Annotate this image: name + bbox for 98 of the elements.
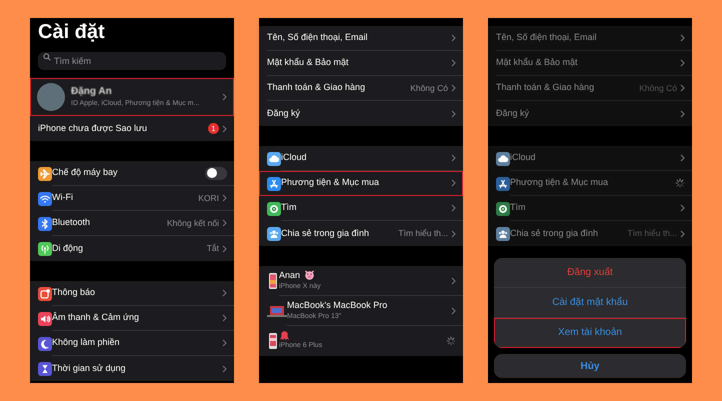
row-label: iCloud <box>281 151 307 164</box>
loading-spinner-icon <box>446 336 456 346</box>
row-label: Tên, Số điện thoại, Email <box>267 31 368 44</box>
settings-row[interactable]: Wi-Fi KORI <box>30 186 234 211</box>
settings-row[interactable]: Đăng ký <box>488 101 692 126</box>
row-label: Chia sẻ trong gia đình <box>510 226 598 240</box>
search-icon <box>43 53 51 61</box>
settings-row[interactable]: Chia sẻ trong gia đình Tìm hiểu th... <box>259 221 463 246</box>
row-value: Không kết nối <box>167 216 219 230</box>
settings-row[interactable]: Chế độ máy bay <box>30 161 234 186</box>
settings-row[interactable]: Chia sẻ trong gia đình Tìm hiểu th... <box>488 221 692 246</box>
row-value: Không Có <box>410 82 448 94</box>
settings-row[interactable]: Thông báo <box>30 281 234 306</box>
settings-row[interactable]: Phương tiện & Mục mua <box>259 171 463 196</box>
settings-row[interactable]: Thanh toán & Giao hàng Không Có <box>259 76 463 101</box>
settings-row[interactable]: Tìm <box>488 196 692 221</box>
profile-name: Đặng An <box>71 85 113 100</box>
chevron-icon <box>222 289 227 297</box>
chevron-icon <box>680 110 685 118</box>
settings-row[interactable]: Tên, Số điện thoại, Email <box>488 26 692 51</box>
chevron-icon <box>451 204 456 212</box>
avatar-placeholder <box>37 83 65 111</box>
settings-row[interactable]: Thời gian sử dụng <box>30 356 234 381</box>
settings-row[interactable]: Bluetooth Không kết nối <box>30 211 234 236</box>
phone-icon <box>267 272 279 290</box>
chevron-icon <box>222 219 227 227</box>
settings-row[interactable]: Tên, Số điện thoại, Email <box>259 26 463 51</box>
settings-row[interactable]: Phương tiện & Mục mua <box>488 171 692 196</box>
settings-row[interactable]: Âm thanh & Cảm ứng <box>30 306 234 331</box>
row-label: Tìm <box>281 201 296 214</box>
laptop-icon <box>267 305 287 317</box>
row-label: iPhone chưa được Sao lưu <box>38 122 148 135</box>
row-label: Thời gian sử dụng <box>52 362 126 375</box>
chevron-icon <box>222 339 227 347</box>
toggle-switch[interactable] <box>205 166 227 180</box>
row-value: Tìm hiểu th... <box>627 227 677 240</box>
settings-row[interactable]: Đăng ký <box>259 101 463 126</box>
phone-icon <box>267 332 279 350</box>
settings-row[interactable]: iCloud <box>259 146 463 171</box>
settings-row[interactable]: Không làm phiền <box>30 331 234 356</box>
row-label: Đăng ký <box>496 106 530 120</box>
chevron-icon <box>680 34 685 42</box>
chevron-icon <box>451 306 456 314</box>
row-value: Không Có <box>639 82 677 94</box>
chevron-icon <box>680 59 685 67</box>
row-label: Tên, Số điện thoại, Email <box>496 31 597 44</box>
device-name: MacBook's MacBook Pro <box>287 298 388 312</box>
chevron-icon <box>222 314 227 322</box>
row-label: Di động <box>52 242 84 255</box>
settings-row[interactable]: Thanh toán & Giao hàng Không Có <box>488 76 692 101</box>
chevron-icon <box>451 59 456 67</box>
chevron-icon <box>451 276 456 284</box>
chevron-icon <box>222 93 227 101</box>
chevron-icon <box>680 84 685 92</box>
row-label: Mật khẩu & Bảo mật <box>496 56 578 70</box>
settings-row[interactable]: Di động Tắt <box>30 236 234 261</box>
row-label: Wi-Fi <box>52 191 73 204</box>
row-label: Đăng ký <box>267 106 300 120</box>
row-label: Âm thanh & Cảm ứng <box>52 311 140 324</box>
row-label: Chế độ máy bay <box>52 166 118 180</box>
loading-spinner-icon <box>675 178 685 188</box>
pig-face-icon <box>304 270 316 280</box>
row-label: Chia sẻ trong gia đình <box>281 226 370 240</box>
row-value: KORI <box>198 192 219 204</box>
octopus-icon <box>279 330 290 341</box>
chevron-icon <box>222 124 227 132</box>
chevron-icon <box>680 204 685 212</box>
chevron-icon <box>451 154 456 162</box>
row-label: Phương tiện & Mục mua <box>510 176 608 190</box>
sheet-button[interactable]: Xem tài khoản <box>494 318 686 348</box>
settings-row[interactable]: Mật khẩu & Bảo mật <box>259 51 463 76</box>
chevron-icon <box>451 34 456 42</box>
row-label: Tìm <box>510 201 526 214</box>
settings-row[interactable]: Mật khẩu & Bảo mật <box>488 51 692 76</box>
chevron-icon <box>451 230 456 238</box>
row-label: iCloud <box>510 151 536 164</box>
chevron-icon <box>451 179 456 187</box>
device-name: Anan <box>279 268 300 282</box>
row-value: Tìm hiểu th... <box>398 227 448 240</box>
chevron-icon <box>222 244 227 252</box>
chevron-icon <box>680 154 685 162</box>
chevron-icon <box>222 364 227 372</box>
chevron-icon <box>451 84 456 92</box>
chevron-icon <box>451 110 456 118</box>
screen-title: Cài đặt <box>37 20 106 44</box>
row-label: Thanh toán & Giao hàng <box>267 81 366 94</box>
search-field[interactable]: Tìm kiếm <box>38 52 226 70</box>
row-label: Thông báo <box>52 286 96 300</box>
settings-row[interactable]: iCloud <box>488 146 692 171</box>
chevron-icon <box>680 230 685 238</box>
chevron-icon <box>222 194 227 202</box>
row-label: Thanh toán & Giao hàng <box>496 81 594 94</box>
row-label: Bluetooth <box>52 216 90 230</box>
row-label: Mật khẩu & Bảo mật <box>267 56 349 70</box>
row-label: Phương tiện & Mục mua <box>281 176 379 190</box>
row-value: Tắt <box>206 242 219 255</box>
settings-row[interactable]: Tìm <box>259 196 463 221</box>
row-label: Không làm phiền <box>52 336 120 350</box>
